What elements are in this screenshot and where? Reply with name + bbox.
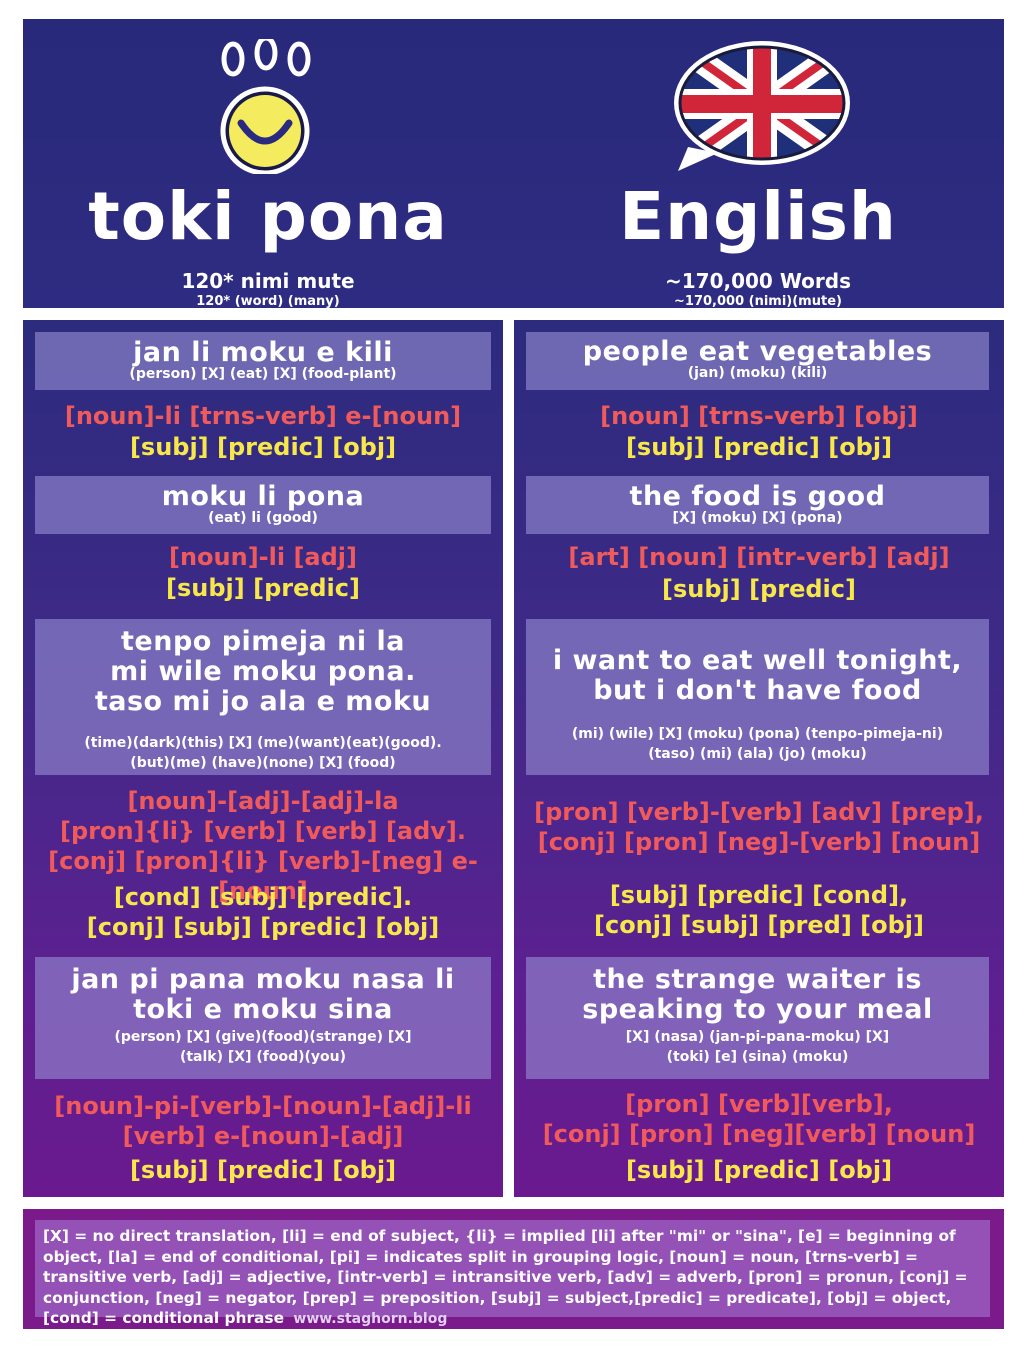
example-gloss: [X] (moku) [X] (pona) xyxy=(672,510,843,526)
toki-pona-header: toki pona 120* nimi mute 120* (word) (ma… xyxy=(23,19,513,309)
example-sentence: the food is good xyxy=(629,481,886,512)
example-sentence-box: tenpo pimeja ni la mi wile moku pona. ta… xyxy=(35,619,491,775)
toki-pona-examples-panel: jan li moku e kili (person) [X] (eat) [X… xyxy=(23,320,503,1197)
grammar-roles: [subj] [predic] [obj] xyxy=(625,1156,893,1184)
grammar-pattern: [pron] [verb][verb], [conj] [pron] [neg]… xyxy=(542,1090,976,1148)
example-gloss: (time)(dark)(this) [X] (me)(want)(eat)(g… xyxy=(84,735,442,771)
example-sentence: jan li moku e kili xyxy=(133,337,393,368)
example-gloss: (mi) (wile) [X] (moku) (pona) (tenpo-pim… xyxy=(571,726,944,762)
english-subtitle: ~170,000 Words xyxy=(665,269,851,293)
grammar-roles: [subj] [predic] [obj] xyxy=(625,433,893,461)
toki-pona-title: toki pona xyxy=(88,178,448,255)
grammar-pattern: [noun] [trns-verb] [obj] xyxy=(600,402,918,430)
example-gloss: (person) [X] (give)(food)(strange) [X] (… xyxy=(114,1029,412,1065)
site-credit-link[interactable]: www.staghorn.blog xyxy=(293,1311,447,1327)
header-banner: toki pona 120* nimi mute 120* (word) (ma… xyxy=(23,19,1004,309)
example-sentence: tenpo pimeja ni la mi wile moku pona. ta… xyxy=(94,626,432,717)
english-title: English xyxy=(619,178,897,255)
example-sentence: jan pi pana moku nasa li toki e moku sin… xyxy=(71,964,455,1025)
example-sentence-box: jan li moku e kili (person) [X] (eat) [X… xyxy=(35,332,491,390)
grammar-roles: [subj] [predic] [obj] xyxy=(129,433,397,461)
example-sentence-box: jan pi pana moku nasa li toki e moku sin… xyxy=(35,957,491,1079)
english-header: English ~170,000 Words ~170,000 (nimi)(m… xyxy=(513,19,1003,309)
grammar-roles: [subj] [predic] [cond], [conj] [subj] [p… xyxy=(594,881,924,939)
grammar-pattern: [noun]-li [adj] xyxy=(169,543,357,571)
example-sentence: moku li pona xyxy=(161,481,365,512)
legend-panel: [X] = no direct translation, [li] = end … xyxy=(23,1209,1004,1329)
example-sentence-box: moku li pona (eat) li (good) xyxy=(35,476,491,534)
grammar-pattern: [art] [noun] [intr-verb] [adj] xyxy=(568,543,950,571)
example-gloss: (person) [X] (eat) [X] (food-plant) xyxy=(129,366,397,382)
grammar-roles: [subj] [predic] xyxy=(662,575,856,603)
grammar-pattern: [noun]-pi-[verb]-[noun]-[adj]-li [verb] … xyxy=(54,1092,472,1150)
example-sentence: i want to eat well tonight, but i don't … xyxy=(552,645,963,706)
example-sentence-box: the strange waiter is speaking to your m… xyxy=(526,957,989,1079)
english-examples-panel: people eat vegetables (jan) (moku) (kili… xyxy=(514,320,1004,1197)
toki-pona-smiley-logo-icon xyxy=(220,39,311,174)
example-gloss: (eat) li (good) xyxy=(208,510,318,526)
example-gloss: [X] (nasa) (jan-pi-pana-moku) [X] (toki)… xyxy=(625,1029,890,1065)
grammar-pattern: [noun]-li [trns-verb] e-[noun] xyxy=(64,402,462,430)
grammar-roles: [subj] [predic] [obj] xyxy=(129,1156,397,1184)
example-sentence-box: i want to eat well tonight, but i don't … xyxy=(526,619,989,775)
english-subtitle-gloss: ~170,000 (nimi)(mute) xyxy=(674,294,842,309)
example-sentence-box: the food is good [X] (moku) [X] (pona) xyxy=(526,476,989,534)
example-sentence-box: people eat vegetables (jan) (moku) (kili… xyxy=(526,332,989,390)
toki-pona-subtitle-gloss: 120* (word) (many) xyxy=(196,294,340,309)
legend-text: [X] = no direct translation, [li] = end … xyxy=(43,1227,968,1327)
grammar-roles: [cond] [subj] [predic]. [conj] [subj] [p… xyxy=(86,883,440,941)
toki-pona-subtitle: 120* nimi mute xyxy=(181,269,355,293)
example-sentence: the strange waiter is speaking to your m… xyxy=(582,964,933,1025)
example-sentence: people eat vegetables xyxy=(582,336,933,367)
legend-box: [X] = no direct translation, [li] = end … xyxy=(35,1220,990,1327)
grammar-roles: [subj] [predic] xyxy=(166,574,360,602)
grammar-pattern: [pron] [verb]-[verb] [adv] [prep], [conj… xyxy=(534,798,984,856)
uk-flag-speech-bubble-icon xyxy=(674,41,850,171)
